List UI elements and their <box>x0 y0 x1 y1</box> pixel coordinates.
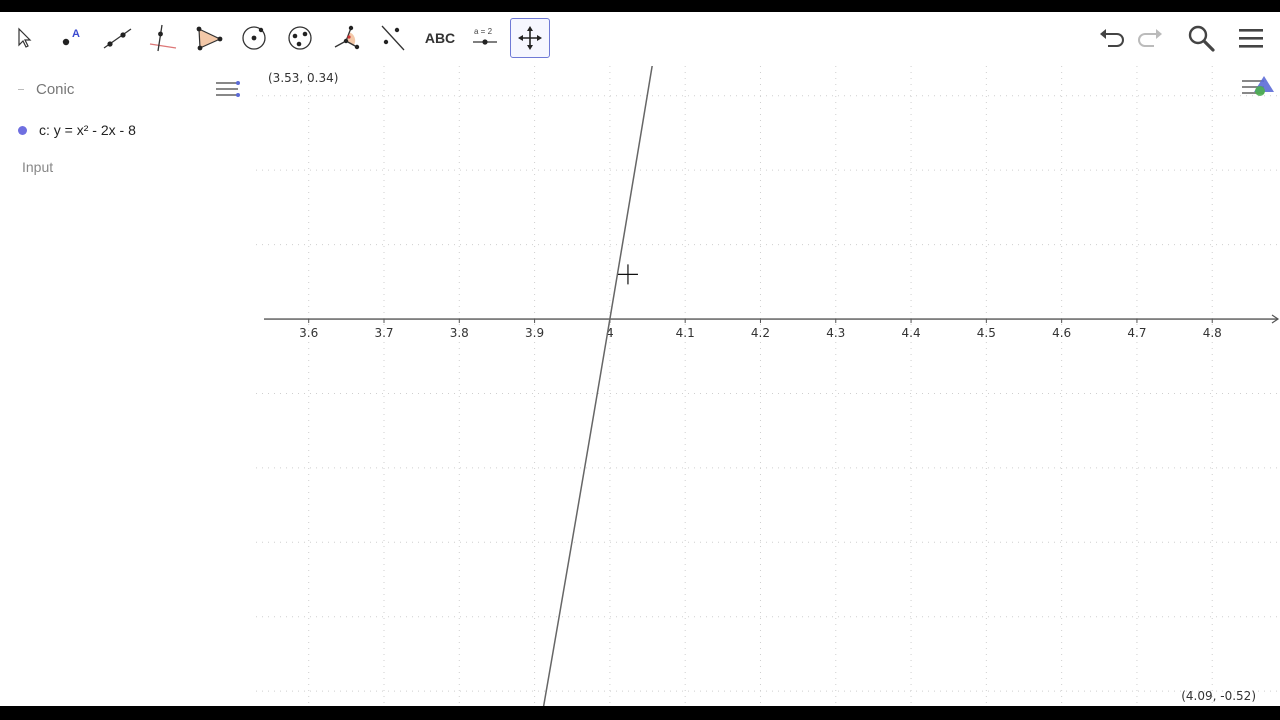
graphics-style-bar-icon <box>1242 76 1274 96</box>
arrow-cursor-icon <box>18 27 32 48</box>
x-tick-label: 4.7 <box>1127 326 1146 340</box>
search-button[interactable] <box>1183 20 1219 56</box>
visibility-toggle-icon[interactable] <box>18 125 27 135</box>
polygon-tool-button[interactable] <box>188 18 228 58</box>
redo-icon <box>1138 29 1162 47</box>
x-tick-label: 4.1 <box>676 326 695 340</box>
reflect-line-icon <box>381 25 405 51</box>
x-tick-label: 4.6 <box>1052 326 1071 340</box>
perpendicular-line-tool-button[interactable] <box>142 18 182 58</box>
coordinate-readout-top-left: (3.53, 0.34) <box>268 71 339 85</box>
x-tick-label: 4.4 <box>902 326 921 340</box>
algebra-category-header[interactable]: Conic <box>18 79 74 99</box>
perpendicular-icon <box>149 24 177 52</box>
text-tool-button[interactable]: ABC <box>418 18 462 58</box>
line-through-points-icon <box>103 28 132 49</box>
undo-button[interactable] <box>1093 20 1129 56</box>
move-view-icon <box>518 26 542 50</box>
slider-icon: a = 2 <box>473 27 497 45</box>
svg-text:A: A <box>72 28 80 40</box>
coordinate-readout-bottom-right: (4.09, -0.52) <box>1181 689 1256 703</box>
svg-text:a = 2: a = 2 <box>474 27 493 36</box>
circle-three-points-tool-button[interactable] <box>280 18 320 58</box>
angle-tool-button[interactable] <box>326 18 366 58</box>
graphics-view[interactable]: 3.6 3.7 3.8 3.9 4 4.1 4.2 4.3 4.4 4.5 4.6 4.7 4.8 (3… <box>256 66 1280 706</box>
circle-center-icon <box>242 26 266 50</box>
menu-button[interactable] <box>1233 20 1269 56</box>
text-icon: ABC <box>424 30 456 46</box>
collapse-icon <box>18 88 24 90</box>
x-tick-label: 3.8 <box>450 326 469 340</box>
x-tick-label: 3.6 <box>299 326 318 340</box>
x-tick-label: 4.3 <box>826 326 845 340</box>
line-tool-button[interactable] <box>97 18 137 58</box>
undo-icon <box>1100 29 1124 47</box>
x-tick-label: 4.8 <box>1203 326 1222 340</box>
algebra-item-label: c: y = x² - 2x - 8 <box>39 122 136 138</box>
reflect-tool-button[interactable] <box>372 18 412 58</box>
polygon-icon <box>196 26 223 51</box>
algebra-style-bar-button[interactable] <box>214 74 244 104</box>
x-tick-label: 4.5 <box>977 326 996 340</box>
angle-icon <box>334 25 360 50</box>
move-graphics-view-tool-button[interactable] <box>510 18 550 58</box>
point-tool-button[interactable]: A <box>50 18 90 58</box>
move-tool-button[interactable] <box>5 18 45 58</box>
x-tick-label: 3.9 <box>525 326 544 340</box>
geogebra-app: A ABC a = 2 Conic c: y = x² - 2x - 8 Inp… <box>0 12 1280 706</box>
search-icon <box>1188 25 1215 52</box>
algebra-item-conic-c[interactable]: c: y = x² - 2x - 8 <box>18 122 136 138</box>
toolbar: A ABC a = 2 <box>0 12 1280 66</box>
input-bar[interactable]: Input <box>22 159 53 175</box>
graphics-style-bar-button[interactable] <box>1240 72 1276 102</box>
conic-curve-c <box>542 66 653 706</box>
redo-button[interactable] <box>1133 20 1169 56</box>
x-tick-label: 4.2 <box>751 326 770 340</box>
circle-tool-button[interactable] <box>234 18 274 58</box>
graphics-canvas[interactable]: 3.6 3.7 3.8 3.9 4 4.1 4.2 4.3 4.4 4.5 4.6 4.7 4.8 <box>256 66 1280 706</box>
slider-tool-button[interactable]: a = 2 <box>465 18 505 58</box>
style-bar-icon <box>216 81 240 97</box>
menu-icon <box>1239 29 1263 48</box>
algebra-view: Conic c: y = x² - 2x - 8 Input <box>0 66 256 706</box>
x-tick-label: 3.7 <box>374 326 393 340</box>
point-a-icon: A <box>62 28 80 46</box>
circle-three-points-icon <box>288 26 312 50</box>
category-label: Conic <box>36 80 75 98</box>
